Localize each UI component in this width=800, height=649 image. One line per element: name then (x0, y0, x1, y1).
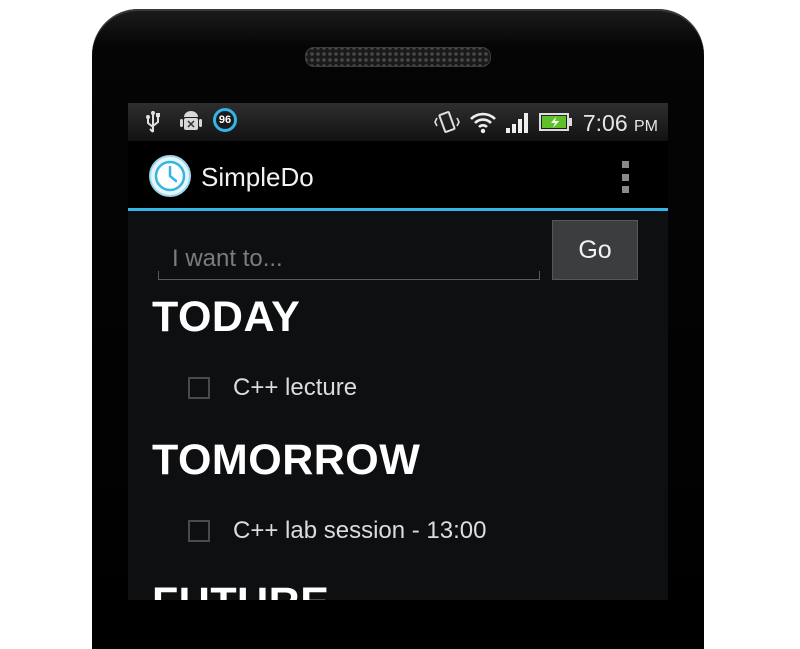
phone-screen: 96 7:06 PM SimpleDo Go TODAY C++ (128, 103, 668, 600)
battery-badge-icon: 96 (213, 108, 237, 132)
clock-icon[interactable] (149, 155, 191, 197)
task-item[interactable]: C++ lab session - 13:00 (188, 517, 487, 544)
overflow-menu-icon[interactable] (620, 161, 630, 193)
action-bar: SimpleDo (128, 141, 668, 211)
status-time: 7:06 (582, 110, 628, 136)
section-header-tomorrow: TOMORROW (152, 436, 421, 484)
task-label: C++ lecture (233, 374, 358, 401)
todo-input[interactable] (170, 241, 534, 277)
go-button[interactable]: Go (552, 220, 638, 280)
task-label: C++ lab session - 13:00 (233, 517, 487, 544)
status-bar: 96 7:06 PM (128, 103, 668, 141)
android-debug-icon (178, 109, 204, 135)
task-checkbox[interactable] (188, 377, 210, 399)
vibrate-icon (433, 109, 461, 135)
section-header-future: FUTURE (152, 579, 329, 600)
status-ampm: PM (634, 118, 658, 135)
wifi-icon (468, 109, 498, 135)
earpiece-speaker (305, 47, 491, 67)
signal-icon (504, 109, 532, 135)
todo-input-field (158, 233, 540, 280)
battery-icon (538, 109, 574, 135)
usb-icon (142, 109, 164, 135)
task-checkbox[interactable] (188, 520, 210, 542)
app-title: SimpleDo (201, 162, 314, 192)
task-item[interactable]: C++ lecture (188, 374, 358, 401)
section-header-today: TODAY (152, 293, 301, 341)
status-clock: 7:06 PM (583, 110, 658, 137)
